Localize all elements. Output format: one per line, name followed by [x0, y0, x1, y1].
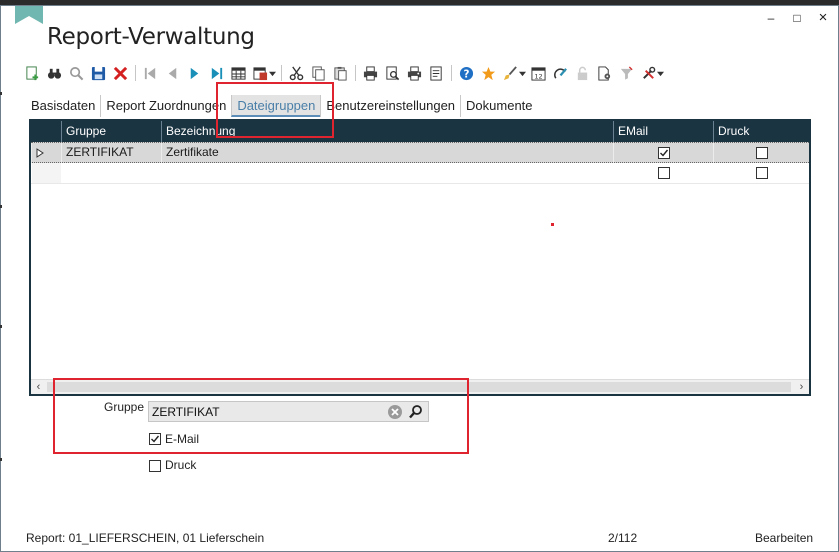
- brush-icon[interactable]: [501, 65, 519, 81]
- email-checkbox[interactable]: [149, 433, 161, 445]
- column-header-druck[interactable]: Druck: [713, 121, 809, 142]
- table-row[interactable]: [31, 163, 809, 184]
- paste-icon[interactable]: [331, 65, 349, 81]
- print-list-icon[interactable]: [427, 65, 445, 81]
- cell-gruppe[interactable]: ZERTIFIKAT: [61, 143, 161, 163]
- column-header-email[interactable]: EMail: [613, 121, 713, 142]
- help-icon[interactable]: ?: [457, 65, 475, 81]
- cell-bezeichnung[interactable]: [161, 163, 613, 183]
- druck-checkbox[interactable]: [755, 167, 768, 179]
- svg-text:?: ?: [463, 68, 469, 80]
- checkmark-icon: [659, 149, 668, 157]
- email-checkbox[interactable]: [657, 167, 670, 179]
- cell-gruppe[interactable]: [61, 163, 161, 183]
- toolbar-separator: [451, 65, 452, 81]
- brush-dropdown-icon[interactable]: [519, 65, 526, 81]
- cell-email[interactable]: [613, 163, 713, 183]
- toolbar-separator: [355, 65, 356, 81]
- bookmark-icon: [15, 6, 43, 24]
- red-marker-dot: [551, 223, 554, 226]
- cell-druck[interactable]: [713, 143, 809, 163]
- svg-text:12: 12: [534, 72, 542, 80]
- edit-note-icon[interactable]: [551, 65, 569, 81]
- tab-report-zuordnungen[interactable]: Report Zuordnungen: [100, 95, 231, 117]
- toolbar-separator: [281, 65, 282, 81]
- druck-label: Druck: [165, 458, 197, 472]
- email-checkbox[interactable]: [657, 147, 670, 159]
- row-indicator-header: [31, 121, 61, 142]
- scroll-right-icon[interactable]: ›: [794, 380, 809, 394]
- row-indicator: [31, 163, 61, 183]
- table-row[interactable]: ZERTIFIKAT Zertifikate: [31, 142, 809, 163]
- tab-basisdaten[interactable]: Basisdaten: [26, 95, 100, 117]
- tab-benutzereinstellungen[interactable]: Benutzereinstellungen: [320, 95, 460, 117]
- print-preview-icon[interactable]: [383, 65, 401, 81]
- calendar-icon[interactable]: 12: [529, 65, 547, 81]
- current-row-arrow-icon: [36, 148, 44, 158]
- table-view-icon[interactable]: [229, 65, 247, 81]
- edge-mark: [0, 325, 2, 328]
- close-button[interactable]: ×: [815, 10, 831, 25]
- status-report: Report: 01_LIEFERSCHEIN, 01 Lieferschein: [26, 531, 265, 545]
- tab-dokumente[interactable]: Dokumente: [460, 95, 537, 117]
- previous-record-icon[interactable]: [163, 65, 181, 81]
- maximize-button[interactable]: □: [789, 12, 805, 24]
- export-icon[interactable]: [251, 65, 269, 81]
- clear-icon[interactable]: [387, 404, 403, 420]
- minimize-button[interactable]: –: [763, 12, 779, 24]
- next-record-icon[interactable]: [185, 65, 203, 81]
- tab-dateigruppen[interactable]: Dateigruppen: [231, 95, 321, 117]
- druck-checkbox[interactable]: [149, 460, 161, 472]
- document-settings-icon[interactable]: [595, 65, 613, 81]
- druck-checkbox[interactable]: [755, 147, 768, 159]
- edge-mark: [0, 92, 2, 95]
- cut-icon[interactable]: [287, 65, 305, 81]
- row-indicator: [31, 143, 61, 163]
- toolbar-separator: [135, 65, 136, 81]
- print-icon[interactable]: [361, 65, 379, 81]
- favorite-star-icon[interactable]: [479, 65, 497, 81]
- status-record-position: 2/112: [608, 531, 638, 545]
- toolbar: ? 12: [23, 64, 667, 82]
- status-mode: Bearbeiten: [755, 531, 814, 545]
- tab-bar: Basisdaten Report Zuordnungen Dateigrupp…: [26, 93, 538, 117]
- scrollbar-thumb[interactable]: [47, 382, 791, 392]
- checkmark-icon: [151, 435, 160, 443]
- report-window: Report-Verwaltung – □ × ? 12 Basisdaten …: [0, 5, 839, 552]
- email-label: E-Mail: [165, 432, 200, 446]
- dateigruppen-grid: Gruppe Bezeichnung EMail Druck ZERTIFIKA…: [29, 119, 811, 396]
- lock-icon[interactable]: [573, 65, 591, 81]
- last-record-icon[interactable]: [207, 65, 225, 81]
- save-icon[interactable]: [89, 65, 107, 81]
- gruppe-label: Gruppe: [104, 400, 145, 414]
- cell-bezeichnung[interactable]: Zertifikate: [161, 143, 613, 163]
- gruppe-field[interactable]: ZERTIFIKAT: [148, 401, 429, 422]
- binoculars-icon[interactable]: [45, 65, 63, 81]
- gruppe-field-value[interactable]: ZERTIFIKAT: [152, 405, 220, 419]
- window-title: Report-Verwaltung: [47, 24, 255, 50]
- search-icon[interactable]: [407, 403, 425, 421]
- export-dropdown-icon[interactable]: [269, 65, 276, 81]
- print-setup-icon[interactable]: [405, 65, 423, 81]
- column-header-bezeichnung[interactable]: Bezeichnung: [161, 121, 613, 142]
- horizontal-scrollbar[interactable]: ‹ ›: [31, 379, 809, 394]
- first-record-icon[interactable]: [141, 65, 159, 81]
- copy-icon[interactable]: [309, 65, 327, 81]
- tools-dropdown-icon[interactable]: [657, 65, 664, 81]
- filter-icon[interactable]: [617, 65, 635, 81]
- grid-header: Gruppe Bezeichnung EMail Druck: [31, 121, 809, 142]
- scroll-left-icon[interactable]: ‹: [31, 380, 46, 394]
- tools-icon[interactable]: [639, 65, 657, 81]
- cell-druck[interactable]: [713, 163, 809, 183]
- delete-icon[interactable]: [111, 65, 129, 81]
- edge-mark: [0, 458, 2, 461]
- new-record-icon[interactable]: [23, 65, 41, 81]
- cell-email[interactable]: [613, 143, 713, 163]
- column-header-gruppe[interactable]: Gruppe: [61, 121, 161, 142]
- edge-mark: [0, 205, 2, 208]
- search-icon[interactable]: [67, 65, 85, 81]
